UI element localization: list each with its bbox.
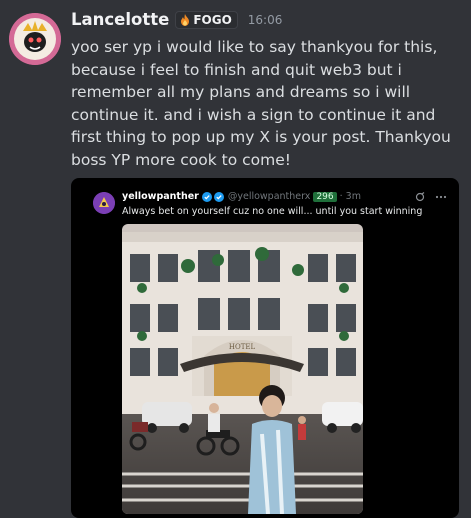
post-text: Always bet on yourself cuz no one will..… — [122, 206, 423, 217]
post-author-avatar[interactable] — [93, 192, 115, 214]
tag-label: FOGO — [193, 12, 232, 27]
post-count-badge: 296 — [313, 191, 337, 202]
timestamp[interactable]: 16:06 — [248, 13, 283, 27]
fire-icon — [181, 13, 190, 26]
post-author-name[interactable]: yellowpanther — [122, 191, 199, 202]
user-avatar[interactable] — [9, 13, 61, 65]
post-author-handle[interactable]: @yellowpantherx — [228, 191, 311, 202]
server-tag[interactable]: FOGO — [175, 10, 238, 29]
grok-icon[interactable] — [415, 191, 425, 202]
verified-badge-icon — [213, 191, 224, 202]
message-header: Lancelotte FOGO 16:06 — [71, 10, 282, 29]
post-photo[interactable]: HOTEL — [122, 224, 363, 514]
verified-badge-icon — [201, 191, 212, 202]
username[interactable]: Lancelotte — [71, 10, 169, 29]
post-header: yellowpanther @yellowpantherx 296 · 3m — [122, 191, 447, 202]
more-icon[interactable] — [435, 192, 447, 202]
post-time: · 3m — [339, 191, 361, 202]
hotel-sign: HOTEL — [229, 343, 256, 351]
message-text: yoo ser yp i would like to say thankyou … — [71, 38, 451, 169]
post-embed[interactable]: yellowpanther @yellowpantherx 296 · 3m A… — [71, 178, 459, 518]
